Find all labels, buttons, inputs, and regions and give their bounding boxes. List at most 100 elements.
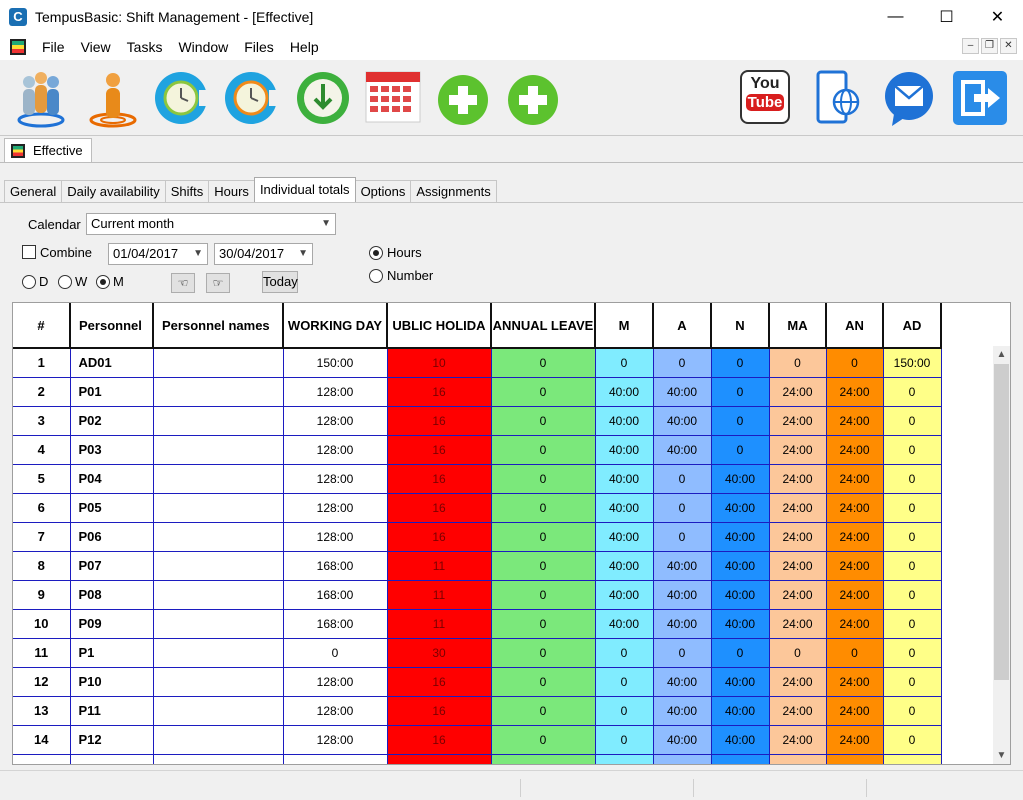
table-cell[interactable]: 0 [883, 551, 942, 581]
table-cell[interactable]: 0 [491, 609, 596, 639]
table-row[interactable]: 10 P09 168:00 11 0 40:00 40:00 40:00 24:00 24:00 0 [13, 609, 942, 639]
table-cell[interactable]: 0 [595, 348, 654, 378]
table-cell[interactable]: 40:00 [595, 609, 654, 639]
table-cell[interactable] [283, 754, 388, 764]
document-icon[interactable] [10, 39, 26, 55]
tab-daily-availability[interactable]: Daily availability [61, 180, 166, 202]
mdi-restore-button[interactable]: ❐ [981, 38, 998, 54]
table-cell[interactable]: 40:00 [653, 609, 712, 639]
table-cell[interactable]: 128:00 [283, 522, 388, 552]
table-cell[interactable]: 16 [387, 725, 492, 755]
table-cell[interactable]: P06 [70, 522, 154, 552]
table-cell[interactable]: 40:00 [595, 406, 654, 436]
table-cell[interactable]: 40:00 [711, 696, 770, 726]
table-cell[interactable]: AD01 [70, 348, 154, 378]
youtube-icon[interactable]: You Tube [736, 68, 794, 128]
menu-tasks[interactable]: Tasks [119, 39, 171, 55]
table-cell[interactable] [826, 754, 884, 764]
vertical-scrollbar[interactable]: ▲ ▼ [993, 346, 1010, 764]
table-cell[interactable]: 40:00 [653, 725, 712, 755]
col-header-personnel[interactable]: Personnel [70, 303, 154, 349]
table-cell[interactable]: 7 [13, 522, 71, 552]
table-cell[interactable]: 40:00 [653, 406, 712, 436]
table-cell[interactable]: 40:00 [711, 580, 770, 610]
table-cell[interactable]: 0 [491, 377, 596, 407]
table-cell[interactable]: 0 [491, 464, 596, 494]
calendar-select[interactable]: Current month ▼ [86, 213, 336, 235]
table-cell[interactable]: 24:00 [769, 377, 827, 407]
table-cell[interactable]: 16 [387, 406, 492, 436]
table-cell[interactable]: P01 [70, 377, 154, 407]
add-icon[interactable] [434, 68, 492, 128]
exit-icon[interactable] [950, 68, 1008, 128]
table-cell[interactable]: 0 [883, 609, 942, 639]
individual-totals-grid[interactable]: # Personnel Personnel names WORKING DAY UBLI… [12, 302, 1011, 765]
table-cell[interactable]: 24:00 [769, 406, 827, 436]
table-cell[interactable] [153, 377, 284, 407]
table-cell[interactable]: 0 [883, 638, 942, 668]
table-cell[interactable]: 0 [883, 377, 942, 407]
table-cell[interactable]: 0 [653, 464, 712, 494]
table-cell[interactable]: 0 [883, 435, 942, 465]
table-cell[interactable]: 24:00 [826, 667, 884, 697]
col-header-personnel-names[interactable]: Personnel names [153, 303, 284, 349]
table-cell[interactable]: 24:00 [826, 464, 884, 494]
table-cell[interactable]: 1 [13, 348, 71, 378]
table-cell[interactable]: 24:00 [769, 522, 827, 552]
table-cell[interactable]: 40:00 [595, 493, 654, 523]
clock-progress-icon[interactable] [222, 68, 280, 128]
table-cell[interactable]: 0 [883, 580, 942, 610]
table-cell[interactable] [153, 580, 284, 610]
table-cell[interactable]: 0 [883, 725, 942, 755]
table-cell[interactable]: 11 [387, 551, 492, 581]
table-cell[interactable]: 24:00 [826, 435, 884, 465]
table-cell[interactable]: 16 [387, 522, 492, 552]
table-cell[interactable]: 0 [653, 522, 712, 552]
table-cell[interactable]: 0 [883, 696, 942, 726]
col-header-n[interactable]: N [711, 303, 770, 349]
table-cell[interactable]: 0 [711, 348, 770, 378]
table-cell[interactable]: 40:00 [653, 435, 712, 465]
table-cell[interactable]: 0 [491, 435, 596, 465]
table-cell[interactable]: 40:00 [595, 551, 654, 581]
table-cell[interactable]: 0 [283, 638, 388, 668]
table-cell[interactable] [711, 754, 770, 764]
today-button[interactable]: Today [262, 271, 298, 293]
table-cell[interactable]: 150:00 [883, 348, 942, 378]
menu-view[interactable]: View [73, 39, 119, 55]
table-cell[interactable]: 8 [13, 551, 71, 581]
table-cell[interactable] [153, 551, 284, 581]
table-cell[interactable]: 40:00 [653, 551, 712, 581]
table-cell[interactable]: 40:00 [711, 522, 770, 552]
table-row[interactable]: 12 P10 128:00 16 0 0 40:00 40:00 24:00 24:00 0 [13, 667, 942, 697]
table-row[interactable]: 5 P04 128:00 16 0 40:00 0 40:00 24:00 24:00 0 [13, 464, 942, 494]
table-row[interactable]: 4 P03 128:00 16 0 40:00 40:00 0 24:00 24:00 0 [13, 435, 942, 465]
table-row[interactable]: 13 P11 128:00 16 0 0 40:00 40:00 24:00 24:00 0 [13, 696, 942, 726]
table-cell[interactable]: 40:00 [595, 580, 654, 610]
tab-general[interactable]: General [4, 180, 63, 202]
mdi-close-button[interactable]: ✕ [1000, 38, 1017, 54]
table-cell[interactable]: 6 [13, 493, 71, 523]
table-cell[interactable]: P04 [70, 464, 154, 494]
table-row[interactable]: 3 P02 128:00 16 0 40:00 40:00 0 24:00 24:00 0 [13, 406, 942, 436]
table-cell[interactable]: 24:00 [826, 609, 884, 639]
table-cell[interactable]: 0 [491, 551, 596, 581]
table-cell[interactable]: 40:00 [711, 609, 770, 639]
table-cell[interactable]: 40:00 [595, 435, 654, 465]
col-header-an[interactable]: AN [826, 303, 884, 349]
personnel-group-icon[interactable] [12, 68, 70, 128]
table-cell[interactable]: 16 [387, 493, 492, 523]
table-cell[interactable]: 10 [13, 609, 71, 639]
table-cell[interactable]: 0 [595, 667, 654, 697]
table-cell[interactable]: 128:00 [283, 464, 388, 494]
table-cell[interactable]: 128:00 [283, 377, 388, 407]
table-cell[interactable]: 16 [387, 377, 492, 407]
table-cell[interactable] [153, 406, 284, 436]
table-cell[interactable]: P12 [70, 725, 154, 755]
table-cell[interactable]: 24:00 [826, 696, 884, 726]
table-cell[interactable]: 0 [711, 377, 770, 407]
table-cell[interactable]: 9 [13, 580, 71, 610]
table-cell[interactable]: 4 [13, 435, 71, 465]
table-cell[interactable]: 40:00 [711, 464, 770, 494]
table-cell[interactable]: 2 [13, 377, 71, 407]
